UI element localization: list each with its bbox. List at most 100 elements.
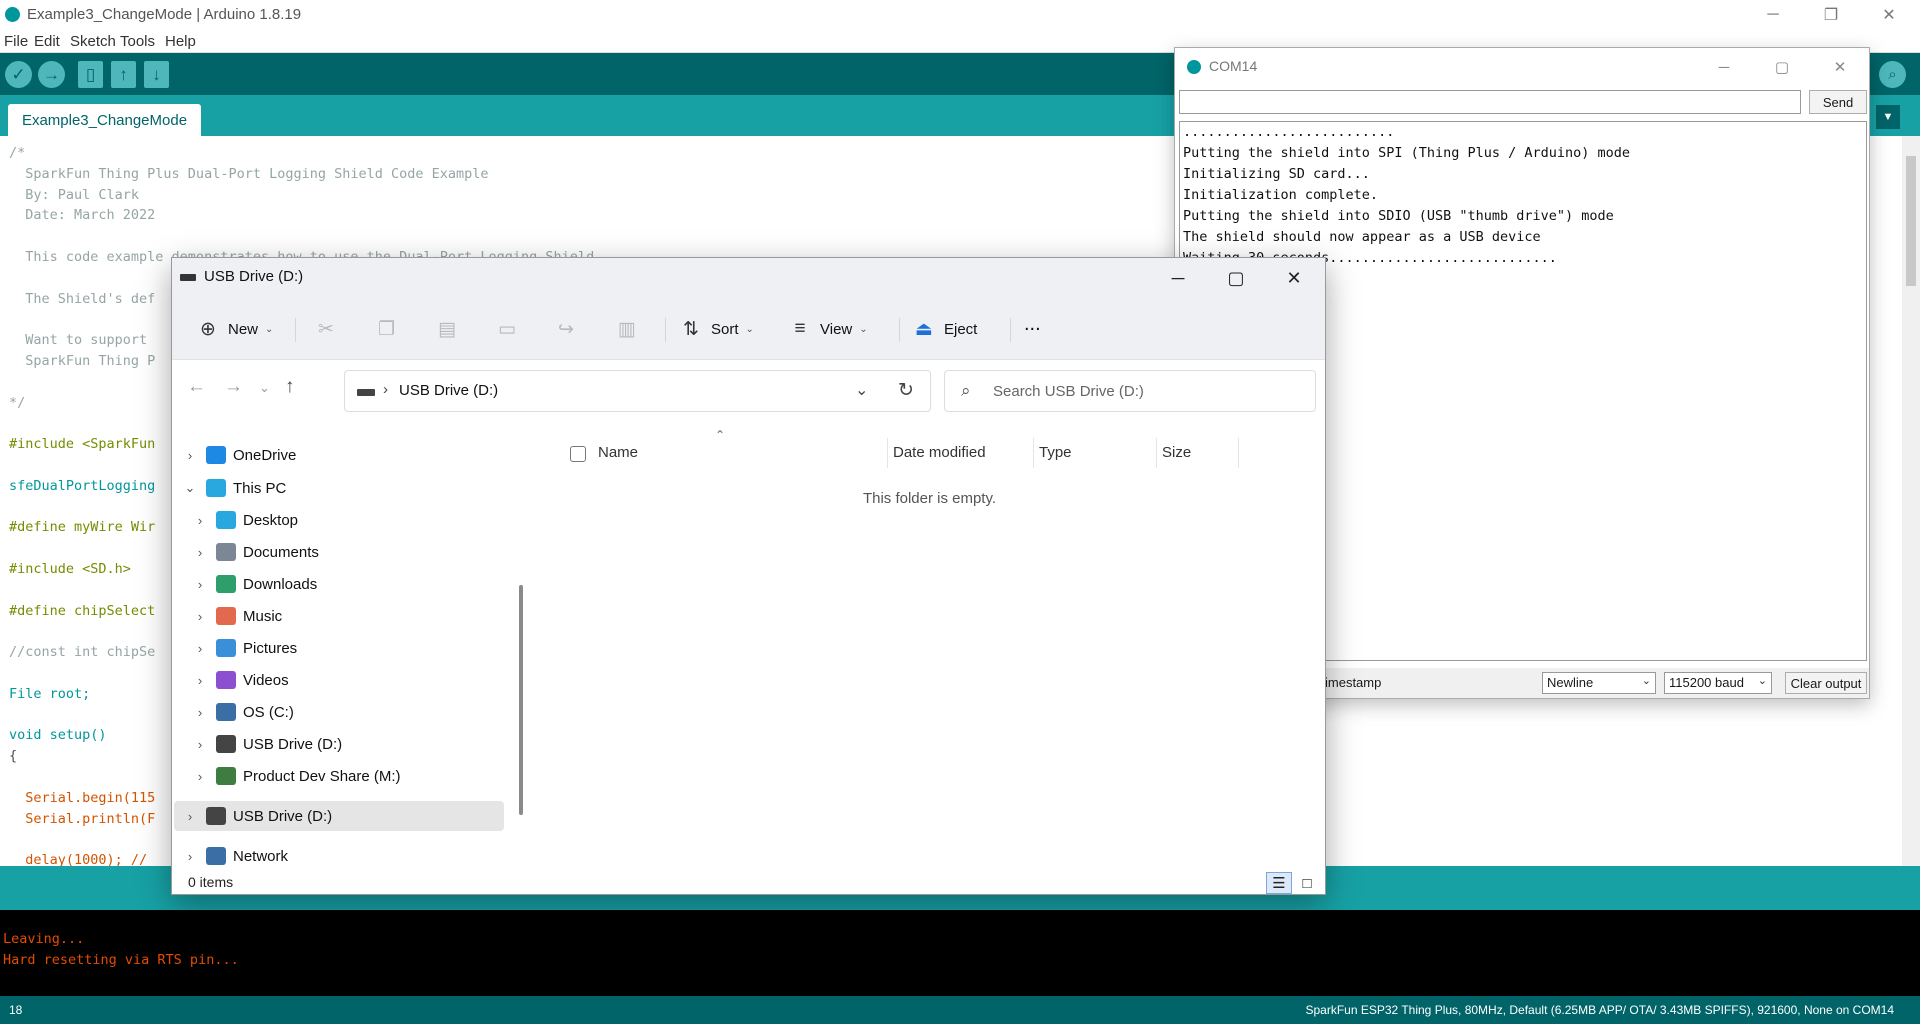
explorer-maximize-button[interactable]: ▢ — [1207, 258, 1265, 298]
chevron-right-icon[interactable]: › — [182, 448, 198, 463]
cut-icon[interactable]: ✂ — [318, 315, 334, 343]
nav-item[interactable]: › OS (C:) — [184, 697, 514, 727]
column-separator[interactable] — [1238, 438, 1239, 468]
code-line[interactable]: Want to support — [9, 332, 147, 348]
up-arrow-icon[interactable]: ↑ — [285, 376, 295, 398]
path-field[interactable]: › USB Drive (D:) ⌄ ↻ — [344, 370, 931, 412]
nav-item[interactable]: › Videos — [184, 665, 514, 695]
nav-item[interactable]: › Desktop — [184, 505, 514, 535]
more-options-button[interactable]: ... — [1024, 310, 1041, 338]
line-ending-select[interactable]: Newline ⌄ — [1542, 672, 1656, 694]
editor-scrollbar[interactable] — [1902, 136, 1920, 866]
search-field[interactable]: ⌕ Search USB Drive (D:) — [944, 370, 1316, 412]
code-line[interactable]: Date: March 2022 — [9, 207, 155, 223]
ide-minimize-button[interactable]: ─ — [1744, 0, 1802, 30]
baud-rate-select[interactable]: 115200 baud ⌄ — [1664, 672, 1772, 694]
rename-icon[interactable]: ▭ — [498, 315, 516, 343]
save-sketch-icon[interactable]: ↓ — [144, 61, 169, 88]
share-icon[interactable]: ↪ — [558, 315, 574, 343]
code-line[interactable]: SparkFun Thing P — [9, 353, 155, 369]
open-sketch-icon[interactable]: ↑ — [111, 61, 136, 88]
nav-item[interactable]: › Downloads — [184, 569, 514, 599]
code-line[interactable]: //const int chipSe — [9, 644, 155, 660]
nav-item[interactable]: › Music — [184, 601, 514, 631]
back-arrow-icon[interactable]: ← — [187, 376, 206, 398]
sort-button[interactable]: ⇅ Sort ⌄ — [680, 315, 754, 343]
serial-close-button[interactable]: ✕ — [1811, 48, 1869, 86]
view-button[interactable]: ≡ View ⌄ — [789, 315, 867, 343]
ide-close-button[interactable]: ✕ — [1860, 0, 1918, 30]
chevron-right-icon[interactable]: › — [182, 809, 198, 824]
copy-icon[interactable]: ❐ — [378, 315, 395, 343]
chevron-right-icon[interactable]: › — [192, 577, 208, 592]
send-button[interactable]: Send — [1809, 90, 1867, 114]
verify-icon[interactable]: ✓ — [5, 61, 32, 88]
chevron-right-icon[interactable]: › — [192, 609, 208, 624]
path-history-chevron-icon[interactable]: ⌄ — [855, 380, 868, 400]
column-separator[interactable] — [1033, 438, 1034, 468]
menu-sketch[interactable]: Sketch — [70, 33, 116, 50]
chevron-right-icon[interactable]: › — [192, 737, 208, 752]
upload-icon[interactable]: → — [38, 61, 65, 88]
refresh-icon[interactable]: ↻ — [898, 379, 914, 402]
eject-button[interactable]: ⏏ Eject — [913, 315, 977, 343]
code-line[interactable]: #define chipSelect — [9, 603, 155, 619]
code-line[interactable]: #define myWire Wir — [9, 519, 155, 535]
editor-scrollbar-thumb[interactable] — [1906, 156, 1916, 286]
nav-item[interactable]: › Documents — [184, 537, 514, 567]
nav-item[interactable]: › Product Dev Share (M:) — [184, 761, 514, 791]
code-line[interactable]: { — [9, 748, 17, 764]
menu-help[interactable]: Help — [165, 33, 196, 50]
forward-arrow-icon[interactable]: → — [224, 376, 243, 398]
serial-input-field[interactable] — [1179, 90, 1801, 114]
code-line[interactable]: File root; — [9, 686, 90, 702]
show-timestamp-label[interactable]: imestamp — [1325, 675, 1381, 690]
new-sketch-icon[interactable]: ▯ — [78, 61, 103, 88]
nav-item[interactable]: ⌄ This PC — [174, 473, 504, 503]
nav-item[interactable]: › Pictures — [184, 633, 514, 663]
navigation-scrollbar[interactable] — [518, 430, 524, 870]
serial-minimize-button[interactable]: ─ — [1695, 48, 1753, 86]
code-line[interactable]: #include <SparkFun — [9, 436, 155, 452]
code-line[interactable]: By: Paul Clark — [9, 187, 139, 203]
new-button[interactable]: ⊕ New ⌄ — [197, 315, 273, 343]
tab-menu-chevron-down-icon[interactable]: ▼ — [1876, 105, 1900, 129]
nav-item[interactable]: › Network — [174, 841, 504, 871]
chevron-right-icon[interactable]: › — [192, 513, 208, 528]
code-line[interactable]: delay(1000); // — [9, 852, 147, 866]
delete-icon[interactable]: ▥ — [618, 315, 636, 343]
tab-example3-changemode[interactable]: Example3_ChangeMode — [8, 104, 201, 136]
column-date-modified[interactable]: Date modified — [893, 444, 986, 461]
navigation-scrollbar-thumb[interactable] — [519, 585, 523, 815]
chevron-right-icon[interactable]: › — [192, 705, 208, 720]
paste-icon[interactable]: ▤ — [438, 315, 456, 343]
menu-file[interactable]: File — [4, 33, 28, 50]
code-line[interactable]: Serial.begin(115 — [9, 790, 155, 806]
code-line[interactable]: sfeDualPortLogging — [9, 478, 155, 494]
chevron-right-icon[interactable]: › — [192, 769, 208, 784]
nav-item[interactable]: › USB Drive (D:) — [174, 801, 504, 831]
explorer-minimize-button[interactable]: ─ — [1149, 258, 1207, 298]
chevron-right-icon[interactable]: › — [192, 673, 208, 688]
chevron-right-icon[interactable]: › — [182, 849, 198, 864]
clear-output-button[interactable]: Clear output — [1785, 672, 1867, 694]
menu-tools[interactable]: Tools — [120, 33, 155, 50]
ide-restore-button[interactable]: ❐ — [1802, 0, 1860, 30]
column-name[interactable]: Name — [598, 444, 638, 461]
code-line[interactable]: SparkFun Thing Plus Dual-Port Logging Sh… — [9, 166, 488, 182]
menu-edit[interactable]: Edit — [34, 33, 60, 50]
column-type[interactable]: Type — [1039, 444, 1072, 461]
recent-locations-chevron-icon[interactable]: ⌄ — [259, 380, 270, 396]
code-line[interactable]: Serial.println(F — [9, 811, 155, 827]
chevron-down-icon[interactable]: ⌄ — [182, 480, 198, 496]
select-all-checkbox[interactable] — [570, 446, 586, 462]
code-line[interactable]: /* — [9, 145, 25, 161]
code-line[interactable]: The Shield's def — [9, 291, 155, 307]
code-line[interactable]: void setup() — [9, 727, 107, 743]
serial-maximize-button[interactable]: ▢ — [1753, 48, 1811, 86]
chevron-right-icon[interactable]: › — [192, 641, 208, 656]
large-icons-view-icon[interactable]: □ — [1294, 872, 1320, 894]
code-line[interactable]: #include <SD.h> — [9, 561, 131, 577]
column-separator[interactable] — [1156, 438, 1157, 468]
nav-item[interactable]: › USB Drive (D:) — [184, 729, 514, 759]
